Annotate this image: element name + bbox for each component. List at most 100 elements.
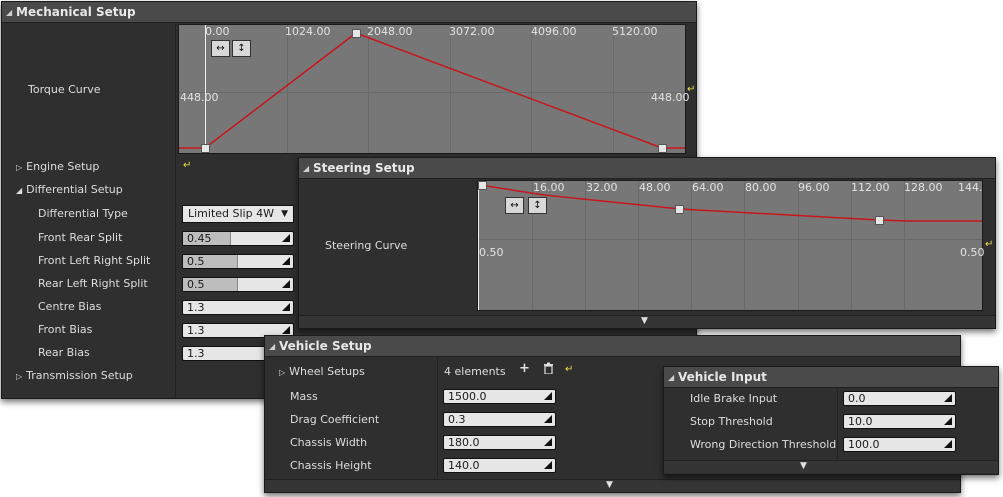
mass-field[interactable]: 1500.0 (443, 389, 556, 404)
resize-handle-icon[interactable] (544, 461, 552, 469)
chassis-width-label: Chassis Width (290, 436, 368, 449)
expand-arrow-icon[interactable]: ▷ (16, 163, 22, 172)
wheel-setups-count: 4 elements (444, 365, 506, 378)
chassis-width-value: 180.0 (448, 436, 480, 449)
input-bottom-bar: ▼ (664, 460, 998, 473)
differential-type-value: Limited Slip 4W (188, 207, 274, 220)
transmission-setup-label: Transmission Setup (26, 369, 133, 382)
vehicle-input-header[interactable]: ◢ Vehicle Input (664, 367, 998, 388)
idle-brake-input-field[interactable]: 0.0 (843, 391, 956, 406)
rear-bias-value: 1.3 (187, 347, 205, 360)
vehicle-bottom-bar: ▼ (265, 479, 960, 492)
stop-threshold-label: Stop Threshold (690, 415, 773, 428)
steering-curve-line (479, 184, 982, 222)
resize-handle-icon[interactable] (282, 303, 290, 311)
mechanical-setup-header[interactable]: ◢ Mechanical Setup (2, 2, 696, 23)
mass-value: 1500.0 (448, 390, 487, 403)
transmission-setup-row[interactable]: ▷ Transmission Setup (16, 369, 133, 382)
drag-coefficient-label: Drag Coefficient (290, 413, 380, 426)
resize-handle-icon[interactable] (944, 440, 952, 448)
steering-y-tick-left: 0.50 (479, 246, 504, 259)
chevron-down-icon[interactable]: ▼ (641, 316, 648, 326)
vehicle-setup-header[interactable]: ◢ Vehicle Setup (265, 336, 960, 357)
front-bias-value: 1.3 (187, 324, 205, 337)
expand-arrow-icon[interactable]: ▷ (16, 372, 22, 381)
wheel-setups-row[interactable]: ▷ Wheel Setups (279, 365, 365, 378)
torque-x-tick: 2048.00 (367, 25, 413, 38)
column-divider[interactable] (437, 358, 438, 478)
resize-handle-icon[interactable] (544, 392, 552, 400)
collapse-arrow-icon[interactable]: ◢ (303, 158, 309, 179)
resize-handle-icon[interactable] (944, 394, 952, 402)
rear-left-right-split-label: Rear Left Right Split (38, 277, 148, 290)
torque-x-tick: 5120.00 (612, 25, 658, 38)
differential-type-label: Differential Type (38, 207, 128, 220)
reset-to-default-icon[interactable]: ↵ (183, 160, 191, 171)
trash-icon[interactable] (543, 362, 554, 378)
column-divider[interactable] (837, 389, 838, 459)
drag-coefficient-value: 0.3 (448, 413, 466, 426)
curve-key[interactable] (658, 144, 667, 153)
resize-handle-icon[interactable] (944, 417, 952, 425)
curve-key[interactable] (201, 144, 210, 153)
chassis-height-value: 140.0 (448, 459, 480, 472)
panel-title: Steering Setup (313, 161, 415, 175)
steering-x-tick: 80.00 (745, 181, 777, 194)
resize-handle-icon[interactable] (282, 280, 290, 288)
wrong-direction-threshold-field[interactable]: 100.0 (843, 437, 956, 452)
chevron-down-icon[interactable]: ▼ (606, 480, 613, 490)
curve-key[interactable] (675, 205, 684, 214)
front-left-right-split-value: 0.5 (187, 255, 205, 268)
reset-to-default-icon[interactable]: ↵ (985, 239, 993, 250)
steering-x-tick: 64.00 (692, 181, 724, 194)
resize-handle-icon[interactable] (282, 257, 290, 265)
resize-handle-icon[interactable] (282, 234, 290, 242)
steering-x-tick: 96.00 (798, 181, 830, 194)
idle-brake-input-value: 0.0 (848, 392, 866, 405)
differential-setup-label: Differential Setup (26, 183, 123, 196)
wrong-direction-threshold-value: 100.0 (848, 438, 880, 451)
steering-bottom-bar: ▼ (299, 315, 995, 328)
curve-key[interactable] (478, 181, 487, 190)
torque-x-tick: 3072.00 (449, 25, 495, 38)
idle-brake-input-label: Idle Brake Input (690, 392, 778, 405)
resize-handle-icon[interactable] (544, 415, 552, 423)
front-left-right-split-slider[interactable]: 0.5 (182, 254, 294, 269)
resize-handle-icon[interactable] (544, 438, 552, 446)
torque-curve-plot[interactable]: ↔ ↕ (178, 24, 686, 154)
differential-setup-row[interactable]: ◢ Differential Setup (16, 183, 123, 196)
chevron-down-icon[interactable]: ▼ (800, 461, 807, 471)
rear-left-right-split-slider[interactable]: 0.5 (182, 277, 294, 292)
reset-to-default-icon[interactable]: ↵ (687, 84, 695, 95)
drag-coefficient-field[interactable]: 0.3 (443, 412, 556, 427)
differential-type-dropdown[interactable]: Limited Slip 4W ▼ (182, 205, 294, 223)
chassis-height-field[interactable]: 140.0 (443, 458, 556, 473)
curve-key[interactable] (875, 216, 884, 225)
front-rear-split-label: Front Rear Split (38, 231, 123, 244)
fit-vertical-icon[interactable]: ↕ (528, 197, 547, 214)
engine-setup-row[interactable]: ▷ Engine Setup (16, 160, 99, 173)
steering-y-tick-right: 0.50 (960, 246, 985, 259)
front-left-right-split-label: Front Left Right Split (38, 254, 151, 267)
collapse-arrow-icon[interactable]: ◢ (269, 336, 275, 357)
fit-horizontal-icon[interactable]: ↔ (211, 40, 230, 57)
collapse-arrow-icon[interactable]: ◢ (16, 186, 22, 195)
steering-x-tick: 48.00 (639, 181, 671, 194)
reset-to-default-icon[interactable]: ↵ (565, 364, 573, 375)
resize-handle-icon[interactable] (282, 326, 290, 334)
front-rear-split-slider[interactable]: 0.45 (182, 231, 294, 246)
chassis-width-field[interactable]: 180.0 (443, 435, 556, 450)
curve-key[interactable] (352, 29, 361, 38)
expand-arrow-icon[interactable]: ▷ (279, 368, 285, 377)
steering-setup-header[interactable]: ◢ Steering Setup (299, 158, 995, 179)
panel-title: Mechanical Setup (16, 5, 136, 19)
collapse-arrow-icon[interactable]: ◢ (6, 2, 12, 23)
stop-threshold-field[interactable]: 10.0 (843, 414, 956, 429)
add-element-icon[interactable]: + (519, 361, 530, 376)
centre-bias-field[interactable]: 1.3 (182, 300, 294, 315)
column-divider[interactable] (175, 24, 176, 398)
fit-vertical-icon[interactable]: ↕ (232, 40, 251, 57)
steering-curve-plot[interactable]: ↔ ↕ (477, 180, 983, 311)
collapse-arrow-icon[interactable]: ◢ (668, 367, 674, 388)
fit-horizontal-icon[interactable]: ↔ (505, 197, 524, 214)
